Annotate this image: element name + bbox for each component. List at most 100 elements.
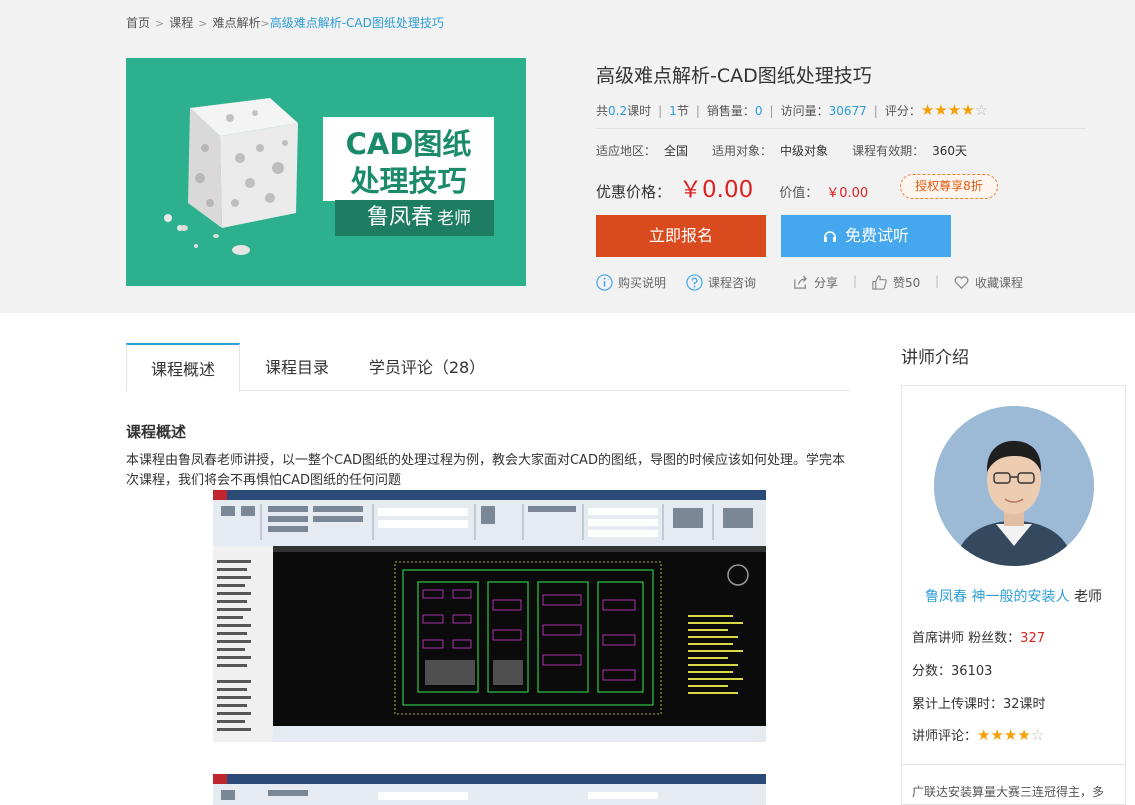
thumbs-up-icon: [872, 275, 887, 290]
teacher-suffix: 老师: [1073, 589, 1102, 605]
teacher-review: 讲师评论：★★★★☆: [912, 725, 1044, 744]
teacher-section-title: 讲师介绍: [901, 348, 969, 368]
scattered-pieces-decoration: [180, 225, 250, 255]
promo-badge[interactable]: 授权尊享8折: [900, 174, 998, 199]
divider: |: [695, 104, 700, 118]
teacher-score: 分数：36103: [912, 660, 992, 679]
teacher-name-link[interactable]: 鲁凤春 神一般的安装人: [925, 589, 1069, 605]
star-icon: ★: [920, 101, 935, 119]
uploads-label: 累计上传课时：: [912, 697, 1004, 712]
info-icon: [596, 274, 613, 291]
cover-teacher-band: 鲁凤春 老师: [335, 200, 494, 236]
chevron-right-icon: >: [198, 17, 208, 30]
buy-info-link[interactable]: 购买说明: [596, 273, 666, 293]
review-stars: ★★★★☆: [977, 726, 1044, 744]
validity-label: 课程有效期：: [852, 144, 925, 158]
course-consult-link[interactable]: 课程咨询: [686, 273, 756, 293]
teacher-fans: 首席讲师 粉丝数：327: [912, 627, 1045, 646]
avatar: [934, 406, 1094, 566]
share-link[interactable]: 分享: [792, 273, 838, 293]
tab-catalog[interactable]: 课程目录: [250, 343, 344, 391]
divider: [596, 128, 1086, 129]
favorite-label: 收藏课程: [975, 276, 1024, 290]
breadcrumb-home[interactable]: 首页: [126, 14, 150, 31]
cad-screenshot-image: [213, 490, 766, 742]
share-label: 分享: [814, 276, 839, 290]
divider: |: [873, 104, 878, 118]
course-meta: 适应地区： 全国 适用对象： 中级对象 课程有效期： 360天: [596, 142, 991, 159]
views-label: 访问量：: [780, 104, 829, 118]
divider: |: [769, 104, 774, 118]
heart-icon: [954, 276, 969, 290]
chevron-right-icon: >: [155, 17, 165, 30]
course-tabs: 课程概述 课程目录 学员评论（28）: [126, 343, 850, 392]
price-label: 优惠价格：: [596, 183, 672, 201]
buy-info-label: 购买说明: [618, 276, 667, 290]
original-price-value: ￥0.00: [826, 186, 869, 201]
teacher-name: 鲁凤春 神一般的安装人 老师: [902, 586, 1125, 606]
teacher-uploads: 累计上传课时：32课时: [912, 693, 1046, 712]
rating-stars: ★★★★☆: [921, 101, 988, 119]
hours-unit: 课时: [627, 104, 652, 118]
divider: [902, 764, 1125, 765]
star-icon: ★: [947, 101, 962, 119]
cad-screenshot-image-2: [213, 774, 766, 805]
sections-value: 1: [669, 104, 677, 118]
hours-prefix: 共: [596, 104, 609, 118]
course-header-panel: 首页 > 课程 > 难点解析>高级难点解析-CAD图纸处理技巧 CAD图纸 处理…: [0, 0, 1135, 313]
star-icon: ★: [1017, 726, 1031, 744]
views-value: 30677: [828, 104, 867, 118]
hours-value: 0.2: [608, 104, 628, 118]
score-value: 36103: [951, 664, 993, 679]
course-stats: 共0.2课时 | 1节 | 销售量：0 | 访问量：30677 | 评分：★★★★☆: [596, 101, 988, 119]
rating-label: 评分：: [884, 104, 921, 118]
course-consult-label: 课程咨询: [708, 276, 757, 290]
score-label: 分数：: [912, 664, 952, 679]
cover-title-line1: CAD图纸: [345, 127, 472, 161]
sections-unit: 节: [676, 104, 689, 118]
overview-text: 本课程由鲁凤春老师讲授，以一整个CAD图纸的处理过程为例，教会大家面对CAD的图…: [126, 453, 845, 488]
divider: |: [658, 104, 663, 118]
audience-value: 中级对象: [780, 144, 829, 158]
teacher-title: 首席讲师: [912, 631, 965, 646]
headphones-icon: [823, 231, 836, 242]
cover-teacher-suffix: 老师: [437, 209, 472, 229]
star-empty-icon: ☆: [1030, 726, 1045, 744]
favorite-button[interactable]: 收藏课程: [953, 273, 1023, 293]
star-icon: ★: [961, 101, 975, 119]
price-row: 优惠价格： ￥0.00 价值： ￥0.00: [596, 170, 868, 204]
star-icon: ★: [934, 101, 948, 119]
share-icon: [794, 275, 808, 289]
fans-label: 粉丝数：: [968, 631, 1021, 646]
chevron-right-icon: >: [260, 17, 270, 30]
review-label: 讲师评论：: [912, 729, 978, 744]
like-label: 赞50: [893, 276, 921, 290]
teacher-card: 鲁凤春 神一般的安装人 老师 首席讲师 粉丝数：327 分数：36103 累计上…: [901, 385, 1126, 805]
star-empty-icon: ☆: [974, 101, 989, 119]
overview-heading: 课程概述: [126, 423, 187, 441]
tab-overview[interactable]: 课程概述: [126, 343, 240, 392]
course-cover-image: CAD图纸 处理技巧 鲁凤春 老师: [126, 58, 526, 286]
star-icon: ★: [990, 726, 1004, 744]
help-icon: [686, 274, 703, 291]
divider: |: [935, 274, 940, 288]
tab-reviews[interactable]: 学员评论（28）: [362, 343, 492, 391]
breadcrumb: 首页 > 课程 > 难点解析>高级难点解析-CAD图纸处理技巧: [126, 14, 444, 31]
validity-value: 360天: [932, 144, 967, 158]
free-trial-label: 免费试听: [844, 226, 909, 245]
teacher-intro: 广联达安装算量大赛三连冠得主，多: [912, 785, 1105, 799]
like-button[interactable]: 赞50: [871, 273, 920, 293]
cube-illustration: [164, 98, 298, 231]
audience-label: 适用对象：: [712, 144, 773, 158]
breadcrumb-current: 高级难点解析-CAD图纸处理技巧: [269, 16, 444, 30]
cover-title-line2: 处理技巧: [350, 164, 467, 198]
divider: |: [853, 274, 858, 288]
price-value: ￥0.00: [679, 177, 754, 203]
enroll-button[interactable]: 立即报名: [596, 215, 766, 257]
free-trial-button[interactable]: 免费试听: [781, 215, 951, 257]
course-title: 高级难点解析-CAD图纸处理技巧: [596, 65, 872, 87]
region-label: 适应地区：: [596, 144, 657, 158]
breadcrumb-category[interactable]: 难点解析: [212, 14, 260, 31]
breadcrumb-courses[interactable]: 课程: [169, 14, 193, 31]
star-icon: ★: [1003, 726, 1018, 744]
